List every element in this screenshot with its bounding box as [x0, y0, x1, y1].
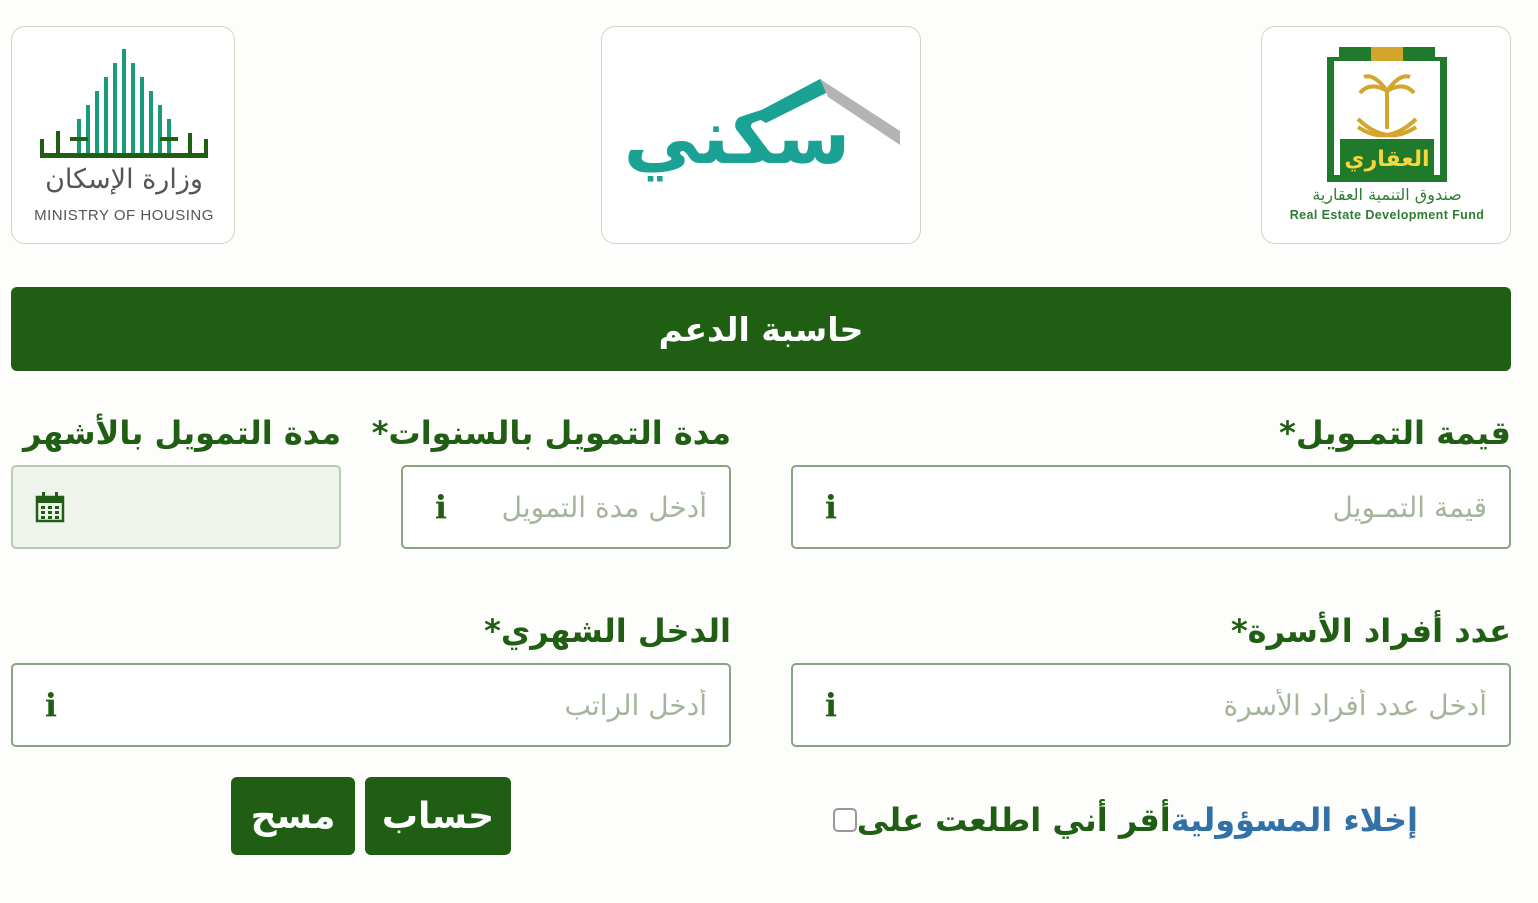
- redf-arabic-name: صندوق التنمية العقارية: [1312, 185, 1462, 204]
- funding-amount-input[interactable]: [847, 467, 1487, 547]
- calculate-button[interactable]: حساب: [365, 777, 511, 855]
- disclaimer-checkbox[interactable]: [832, 808, 857, 832]
- monthly-income-label: الدخل الشهري*: [484, 612, 731, 650]
- disclaimer-agreement: أقر أني اطلعت على إخلاء المسؤولية: [821, 795, 1428, 845]
- funding-months-field: [11, 465, 341, 549]
- clear-button[interactable]: مسح: [231, 777, 355, 855]
- redf-english-name: Real Estate Development Fund: [1289, 208, 1485, 222]
- funding-years-field: i: [401, 465, 731, 549]
- family-members-label: عدد أفراد الأسرة*: [1230, 612, 1511, 650]
- info-icon[interactable]: i: [431, 487, 451, 527]
- redf-emblem-text: العقاري: [1344, 147, 1430, 172]
- calculator-title-bar: حاسبة الدعم: [11, 287, 1511, 371]
- ministry-arabic-name: وزارة الإسكان: [45, 164, 203, 195]
- calculator-title: حاسبة الدعم: [658, 309, 864, 349]
- sakani-logo-box: سكني: [601, 26, 921, 244]
- ministry-of-housing-logo-box: وزارة الإسكان MINISTRY OF HOUSING: [11, 26, 235, 244]
- funding-years-label: مدة التمويل بالسنوات*: [371, 414, 731, 452]
- redf-logo-box: العقاري صندوق التنمية العقارية Real Esta…: [1261, 26, 1511, 244]
- funding-amount-field: i: [791, 465, 1511, 549]
- ministry-english-name: MINISTRY OF HOUSING: [34, 207, 214, 224]
- agreement-text: أقر أني اطلعت على: [856, 801, 1171, 839]
- ministry-of-housing-logo-icon: [40, 49, 208, 158]
- info-icon[interactable]: i: [821, 487, 841, 527]
- family-members-input[interactable]: [847, 665, 1487, 745]
- funding-amount-label: قيمة التمـويل*: [1279, 414, 1511, 452]
- info-icon[interactable]: i: [41, 685, 61, 725]
- family-members-field: i: [791, 663, 1511, 747]
- funding-years-input[interactable]: [447, 467, 707, 547]
- funding-months-input[interactable]: [77, 467, 317, 547]
- monthly-income-field: i: [11, 663, 731, 747]
- disclaimer-link[interactable]: إخلاء المسؤولية: [1171, 801, 1418, 839]
- sakani-wordmark: سكني: [623, 92, 851, 181]
- calendar-icon[interactable]: [35, 491, 65, 523]
- monthly-income-input[interactable]: [67, 665, 707, 745]
- info-icon[interactable]: i: [821, 685, 841, 725]
- funding-months-label: مدة التمويل بالأشهر: [23, 414, 341, 452]
